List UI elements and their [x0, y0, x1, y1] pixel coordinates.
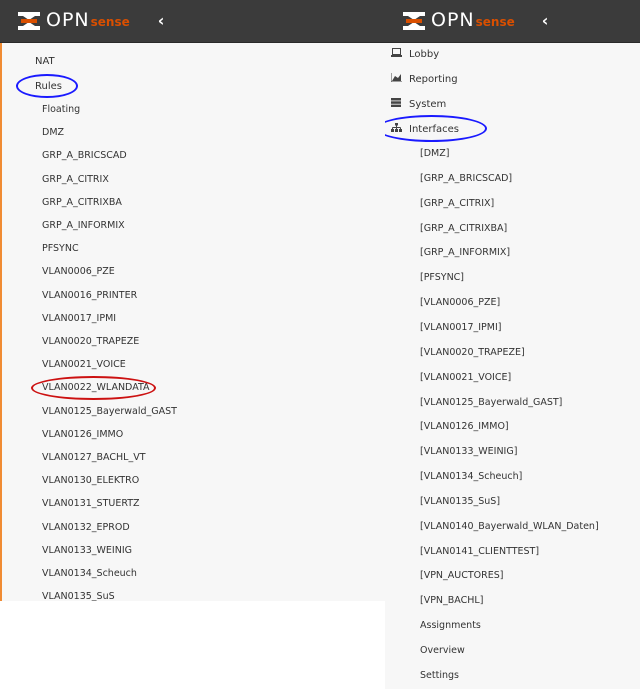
- collapse-sidebar-button[interactable]: ‹: [537, 12, 553, 30]
- rules-item[interactable]: VLAN0134_Scheuch: [42, 568, 137, 579]
- brand-sense: sense: [475, 15, 515, 29]
- interfaces-item[interactable]: [VLAN0135_SuS]: [420, 496, 500, 507]
- menu-item-rules[interactable]: Rules: [35, 81, 62, 92]
- rules-item[interactable]: VLAN0017_IPMI: [42, 313, 116, 324]
- interfaces-item[interactable]: [VLAN0133_WEINIG]: [420, 446, 517, 457]
- rules-item[interactable]: VLAN0132_EPROD: [42, 522, 130, 533]
- interfaces-item[interactable]: [VLAN0020_TRAPEZE]: [420, 347, 525, 358]
- interfaces-item[interactable]: [VLAN0126_IMMO]: [420, 421, 509, 432]
- sidebar-menu: Lobby Reporting System Interfaces [DMZ] […: [385, 43, 640, 689]
- menu-item-label: Interfaces: [409, 124, 459, 135]
- collapse-sidebar-button[interactable]: ‹: [153, 12, 169, 30]
- left-screenshot-pane: OPNsense ‹ NAT Rules Floating DMZ GRP_A_BR…: [0, 0, 385, 601]
- interfaces-item[interactable]: Overview: [420, 645, 465, 656]
- rules-item[interactable]: VLAN0126_IMMO: [42, 429, 123, 440]
- rules-item[interactable]: VLAN0006_PZE: [42, 266, 115, 277]
- interfaces-item[interactable]: Assignments: [420, 620, 481, 631]
- interfaces-item[interactable]: Settings: [420, 670, 459, 681]
- opnsense-logo[interactable]: OPNsense: [17, 9, 130, 33]
- interfaces-item[interactable]: [VPN_AUCTORES]: [420, 570, 504, 581]
- right-screenshot-pane: OPNsense ‹ Lobby Reporting System Interf…: [385, 0, 640, 689]
- laptop-icon: [391, 48, 402, 60]
- rules-item[interactable]: VLAN0020_TRAPEZE: [42, 336, 139, 347]
- menu-item-label: System: [409, 99, 447, 110]
- interfaces-item[interactable]: [VLAN0006_PZE]: [420, 297, 500, 308]
- rules-item[interactable]: VLAN0022_WLANDATA: [42, 382, 150, 393]
- interfaces-item[interactable]: [GRP_A_CITRIXBA]: [420, 223, 507, 234]
- rules-item[interactable]: VLAN0133_WEINIG: [42, 545, 132, 556]
- opnsense-logo-icon: [403, 12, 425, 30]
- rules-item[interactable]: VLAN0127_BACHL_VT: [42, 452, 146, 463]
- interfaces-item[interactable]: [PFSYNC]: [420, 272, 464, 283]
- interfaces-item[interactable]: [DMZ]: [420, 148, 449, 159]
- brand-opn: OPN: [431, 9, 475, 31]
- interfaces-item[interactable]: [GRP_A_INFORMIX]: [420, 247, 510, 258]
- chevron-left-icon: ‹: [157, 11, 165, 30]
- interfaces-item[interactable]: [VPN_BACHL]: [420, 595, 483, 606]
- rules-item[interactable]: VLAN0130_ELEKTRO: [42, 475, 139, 486]
- menu-item-lobby[interactable]: Lobby: [391, 48, 439, 60]
- rules-item[interactable]: GRP_A_INFORMIX: [42, 220, 125, 231]
- header-bar: OPNsense ‹: [0, 0, 385, 43]
- rules-item[interactable]: GRP_A_CITRIX: [42, 174, 109, 185]
- interfaces-item[interactable]: [VLAN0141_CLIENTTEST]: [420, 546, 539, 557]
- brand-sense: sense: [90, 15, 130, 29]
- menu-item-label: Lobby: [409, 49, 440, 60]
- opnsense-logo[interactable]: OPNsense: [402, 9, 515, 33]
- chevron-left-icon: ‹: [541, 11, 549, 30]
- rules-item[interactable]: VLAN0016_PRINTER: [42, 290, 137, 301]
- interfaces-item[interactable]: [VLAN0140_Bayerwald_WLAN_Daten]: [420, 521, 599, 532]
- menu-item-system[interactable]: System: [391, 98, 446, 110]
- rules-item[interactable]: Floating: [42, 104, 80, 115]
- interfaces-item[interactable]: [GRP_A_CITRIX]: [420, 198, 494, 209]
- opnsense-logo-icon: [18, 12, 40, 30]
- rules-item[interactable]: VLAN0135_SuS: [42, 591, 115, 601]
- rules-item[interactable]: GRP_A_CITRIXBA: [42, 197, 122, 208]
- interfaces-item[interactable]: [VLAN0017_IPMI]: [420, 322, 501, 333]
- interfaces-item[interactable]: [VLAN0125_Bayerwald_GAST]: [420, 397, 562, 408]
- menu-item-label: Reporting: [409, 74, 458, 85]
- rules-item[interactable]: VLAN0131_STUERTZ: [42, 498, 140, 509]
- server-icon: [391, 98, 402, 110]
- interfaces-item[interactable]: [GRP_A_BRICSCAD]: [420, 173, 512, 184]
- interfaces-item[interactable]: [VLAN0021_VOICE]: [420, 372, 511, 383]
- rules-item[interactable]: DMZ: [42, 127, 64, 138]
- rules-item[interactable]: GRP_A_BRICSCAD: [42, 150, 127, 161]
- rules-item[interactable]: PFSYNC: [42, 243, 79, 254]
- header-bar: OPNsense ‹: [385, 0, 640, 43]
- rules-item[interactable]: VLAN0125_Bayerwald_GAST: [42, 406, 177, 417]
- menu-item-reporting[interactable]: Reporting: [390, 73, 458, 85]
- area-chart-icon: [390, 73, 402, 85]
- sitemap-icon: [391, 123, 402, 135]
- menu-item-interfaces[interactable]: Interfaces: [391, 123, 459, 135]
- rules-item[interactable]: VLAN0021_VOICE: [42, 359, 126, 370]
- sidebar-menu: NAT Rules Floating DMZ GRP_A_BRICSCAD GRP_A…: [0, 43, 385, 601]
- interfaces-item[interactable]: [VLAN0134_Scheuch]: [420, 471, 522, 482]
- brand-opn: OPN: [46, 9, 90, 31]
- menu-item-nat[interactable]: NAT: [35, 56, 55, 67]
